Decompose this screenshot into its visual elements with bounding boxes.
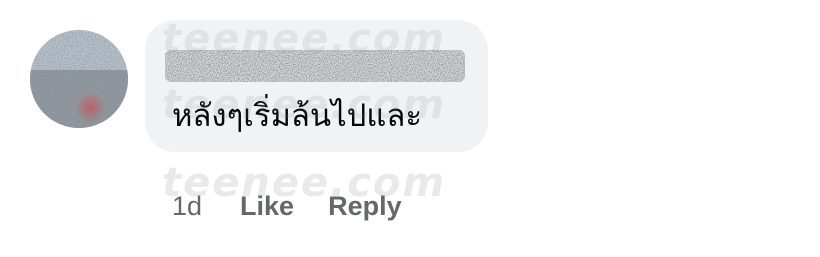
comment-timestamp[interactable]: 1d	[172, 191, 202, 222]
reply-button[interactable]: Reply	[328, 191, 402, 222]
comment-view: หลังๆเริ่มล้นไปและ teenee.com teenee.com…	[0, 0, 820, 257]
comment-text: หลังๆเริ่มล้นไปและ	[172, 98, 422, 134]
comment-actions: 1d Like Reply	[172, 186, 402, 226]
avatar[interactable]	[30, 30, 128, 128]
author-name-redacted[interactable]	[165, 50, 465, 82]
like-button[interactable]: Like	[240, 191, 294, 222]
avatar-image	[30, 30, 128, 128]
redaction-noise	[165, 50, 465, 82]
